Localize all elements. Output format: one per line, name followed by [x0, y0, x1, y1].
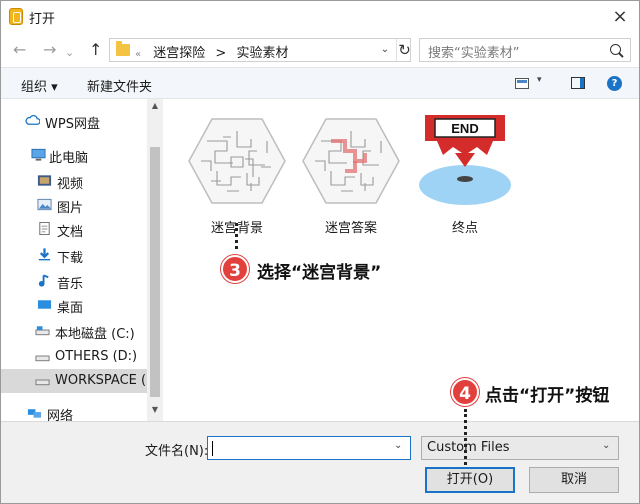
address-bar[interactable]: « 迷宫探险 > 实验素材 ⌄ ↻ [109, 38, 411, 62]
folder-icon [116, 41, 130, 56]
scrollbar-thumb[interactable] [150, 147, 160, 397]
drive-icon [35, 379, 50, 386]
annotation-text: 选择“迷宫背景” [257, 263, 382, 283]
sidebar-item-label: 此电脑 [49, 151, 89, 166]
sidebar-item-pictures[interactable]: 图片 [1, 193, 147, 217]
recent-dropdown-icon[interactable]: ⌄ [65, 44, 74, 62]
search-icon[interactable] [610, 44, 621, 55]
sidebar-item-label: 桌面 [57, 301, 84, 316]
breadcrumb-separator: > [215, 46, 227, 61]
preview-pane-icon[interactable] [571, 77, 585, 89]
computer-icon [31, 148, 46, 161]
step-marker-3: 3 [221, 255, 249, 283]
open-button[interactable]: 打开(O) [425, 467, 515, 493]
breadcrumb: « 迷宫探险 > 实验素材 [135, 46, 289, 61]
file-name: 终点 [451, 221, 478, 236]
file-name: 迷宫答案 [324, 221, 377, 236]
filename-input[interactable]: ⌄ [207, 436, 411, 460]
file-type-select[interactable]: Custom Files ⌄ [421, 436, 619, 460]
sidebar-item-drive-c[interactable]: 本地磁盘 (C:) [1, 319, 147, 343]
search-input[interactable]: 搜索“实验素材” [419, 38, 631, 62]
sidebar-item-this-pc[interactable]: 此电脑 [1, 143, 147, 167]
chevron-down-icon[interactable]: ⌄ [376, 40, 394, 60]
sidebar-item-drive-e[interactable]: WORKSPACE (E [1, 369, 147, 393]
app-icon [9, 8, 23, 25]
sidebar-item-label: OTHERS (D:) [55, 349, 138, 364]
refresh-icon[interactable]: ↻ [396, 39, 412, 61]
cancel-button[interactable]: 取消 [529, 467, 619, 493]
sidebar-item-label: 本地磁盘 (C:) [55, 327, 135, 342]
navigation-bar: ← → ⌄ ↑ « 迷宫探险 > 实验素材 ⌄ ↻ 搜索“实验素材” [1, 33, 639, 67]
end-point-icon: END [419, 115, 511, 205]
annotation-arrow [235, 223, 238, 249]
view-icon[interactable] [515, 78, 529, 89]
chevron-down-icon: ⌄ [602, 440, 611, 451]
sidebar-item-documents[interactable]: 文档 [1, 217, 147, 241]
cloud-icon [25, 114, 40, 125]
breadcrumb-item[interactable]: 实验素材 [236, 46, 288, 61]
organize-button[interactable]: 组织 ▾ [21, 76, 58, 95]
search-placeholder: 搜索“实验素材” [428, 46, 520, 61]
close-icon[interactable]: × [607, 5, 633, 29]
annotation-text: 点击“打开”按钮 [485, 386, 610, 406]
help-icon[interactable]: ? [607, 76, 622, 91]
sidebar-item-label: WORKSPACE (E [55, 373, 147, 388]
title-bar: 打开 × [1, 1, 639, 33]
picture-icon [37, 198, 52, 211]
sidebar-item-label: 图片 [57, 201, 84, 216]
scroll-down-icon[interactable]: ▼ [147, 405, 163, 414]
sidebar-item-music[interactable]: 音乐 [1, 269, 147, 293]
scroll-up-icon[interactable]: ▲ [147, 101, 163, 110]
filename-label: 文件名(N): [145, 444, 209, 459]
sidebar-item-label: 视频 [57, 177, 84, 192]
sidebar-item-label: WPS网盘 [45, 117, 100, 132]
file-item-maze-solution[interactable]: 迷宫答案 [301, 111, 401, 236]
sidebar-item-label: 文档 [57, 225, 84, 240]
breadcrumb-item[interactable]: 迷宫探险 [153, 46, 205, 61]
toolbar: 组织 ▾ 新建文件夹 ▾ ? [1, 67, 639, 99]
annotation-arrow [464, 409, 467, 465]
network-icon [27, 409, 42, 418]
sidebar-item-videos[interactable]: 视频 [1, 169, 147, 193]
open-file-dialog: 打开 × ← → ⌄ ↑ « 迷宫探险 > 实验素材 ⌄ ↻ 搜索“实验素材” … [0, 0, 640, 504]
maze-solution-icon [302, 118, 400, 204]
dialog-title: 打开 [29, 12, 56, 27]
dialog-footer: 文件名(N): ⌄ Custom Files ⌄ 打开(O) 取消 [1, 421, 639, 503]
navigation-pane: WPS网盘 此电脑 视频 图片 文档 下载 音乐 桌面 本地磁盘 (C:) OT… [1, 99, 163, 424]
forward-icon[interactable]: → [43, 41, 56, 59]
drive-icon [35, 355, 50, 362]
svg-text:END: END [451, 121, 478, 136]
sidebar-item-drive-d[interactable]: OTHERS (D:) [1, 345, 147, 369]
document-icon [39, 222, 50, 235]
view-dropdown-icon[interactable]: ▾ [537, 75, 542, 85]
drive-icon [35, 326, 50, 336]
chevron-down-icon[interactable]: ⌄ [394, 440, 402, 451]
step-marker-4: 4 [451, 378, 479, 406]
file-item-maze-background[interactable]: 迷宫背景 [187, 111, 287, 236]
file-list: 迷宫背景 迷宫答案 END 终点 3 选择“迷宫背景” [163, 99, 639, 421]
video-icon [37, 175, 52, 186]
sidebar-item-label: 音乐 [57, 277, 84, 292]
new-folder-button[interactable]: 新建文件夹 [87, 76, 152, 95]
sidebar-item-desktop[interactable]: 桌面 [1, 293, 147, 317]
sidebar-item-downloads[interactable]: 下载 [1, 243, 147, 267]
maze-icon [188, 118, 286, 204]
up-icon[interactable]: ↑ [89, 41, 102, 59]
text-cursor [212, 441, 213, 456]
sidebar-scrollbar[interactable]: ▲ ▼ [147, 99, 163, 421]
desktop-icon [37, 300, 52, 309]
file-type-value: Custom Files [427, 440, 510, 455]
sidebar-item-label: 下载 [57, 251, 84, 266]
sidebar-item-wps-cloud[interactable]: WPS网盘 [1, 109, 147, 133]
back-icon[interactable]: ← [13, 41, 26, 59]
music-icon [38, 274, 49, 287]
download-icon [38, 248, 51, 261]
file-item-end-point[interactable]: END 终点 [415, 111, 515, 236]
